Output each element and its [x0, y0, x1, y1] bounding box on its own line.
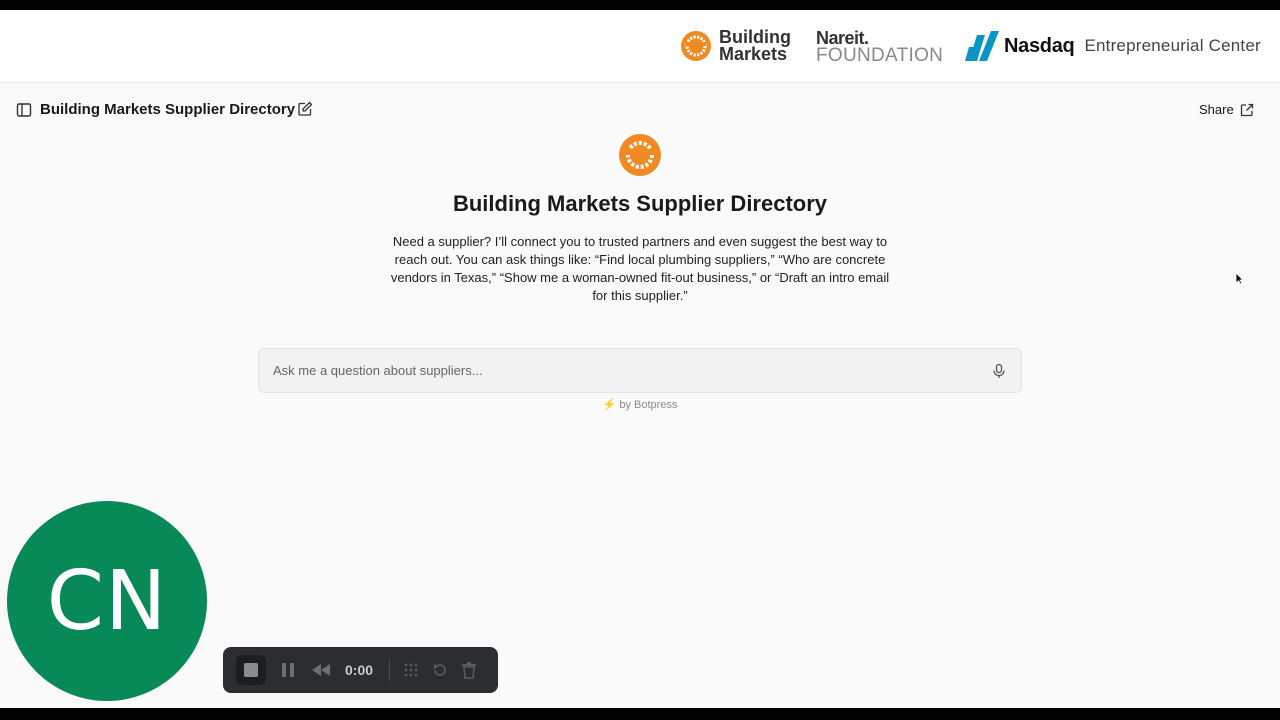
- external-link-icon: [1240, 103, 1253, 116]
- bot-logo-icon: [619, 134, 661, 176]
- logo-text-line: Markets: [719, 44, 788, 64]
- hero-title: Building Markets Supplier Directory: [452, 191, 828, 216]
- app-window: Building Markets Nareit. FOUNDATION Nasd…: [0, 10, 1280, 708]
- nasdaq-logo-text: Nasdaq: [1004, 34, 1075, 57]
- recording-timer: 0:00: [345, 662, 374, 678]
- share-label: Share: [1199, 102, 1234, 117]
- logo-header: Building Markets Nareit. FOUNDATION Nasd…: [0, 10, 1280, 83]
- building-markets-logo: Building Markets: [680, 28, 791, 64]
- chat-input[interactable]: [273, 349, 973, 392]
- powered-by-text: by Botpress: [619, 399, 678, 411]
- page-title: Building Markets Supplier Directory: [40, 101, 296, 118]
- powered-by-link[interactable]: ⚡ by Botpress: [0, 398, 1280, 411]
- stop-recording-button[interactable]: [236, 655, 266, 685]
- mouse-cursor-icon: [1235, 272, 1244, 285]
- foundation-logo-text: FOUNDATION: [816, 45, 944, 66]
- sidebar-toggle-icon[interactable]: [16, 102, 32, 118]
- nasdaq-logo-mark: [965, 31, 999, 61]
- nareit-foundation-logo: Nareit. FOUNDATION: [816, 29, 943, 65]
- divider: [389, 659, 390, 681]
- avatar-initials: CN: [46, 553, 168, 649]
- building-markets-logo-mark: [681, 31, 711, 61]
- edit-icon[interactable]: [297, 101, 313, 117]
- bolt-icon: ⚡: [602, 399, 617, 411]
- grid-dots-icon[interactable]: [403, 662, 419, 678]
- share-button[interactable]: Share: [1199, 102, 1254, 117]
- trash-icon[interactable]: [461, 661, 477, 679]
- chat-input-box: [258, 348, 1022, 393]
- avatar: CN: [7, 501, 207, 701]
- building-markets-logo-text: Building Markets: [719, 28, 791, 64]
- restart-icon[interactable]: [432, 662, 448, 678]
- recording-controls: 0:00: [223, 647, 498, 693]
- microphone-icon[interactable]: [991, 363, 1007, 379]
- entrepreneurial-center-text: Entrepreneurial Center: [1084, 36, 1261, 55]
- rewind-icon[interactable]: [311, 663, 331, 677]
- pause-icon[interactable]: [281, 662, 295, 678]
- nasdaq-logo: Nasdaq Entrepreneurial Center: [965, 31, 1261, 61]
- hero-description: Need a supplier? I’ll connect you to tru…: [390, 234, 890, 303]
